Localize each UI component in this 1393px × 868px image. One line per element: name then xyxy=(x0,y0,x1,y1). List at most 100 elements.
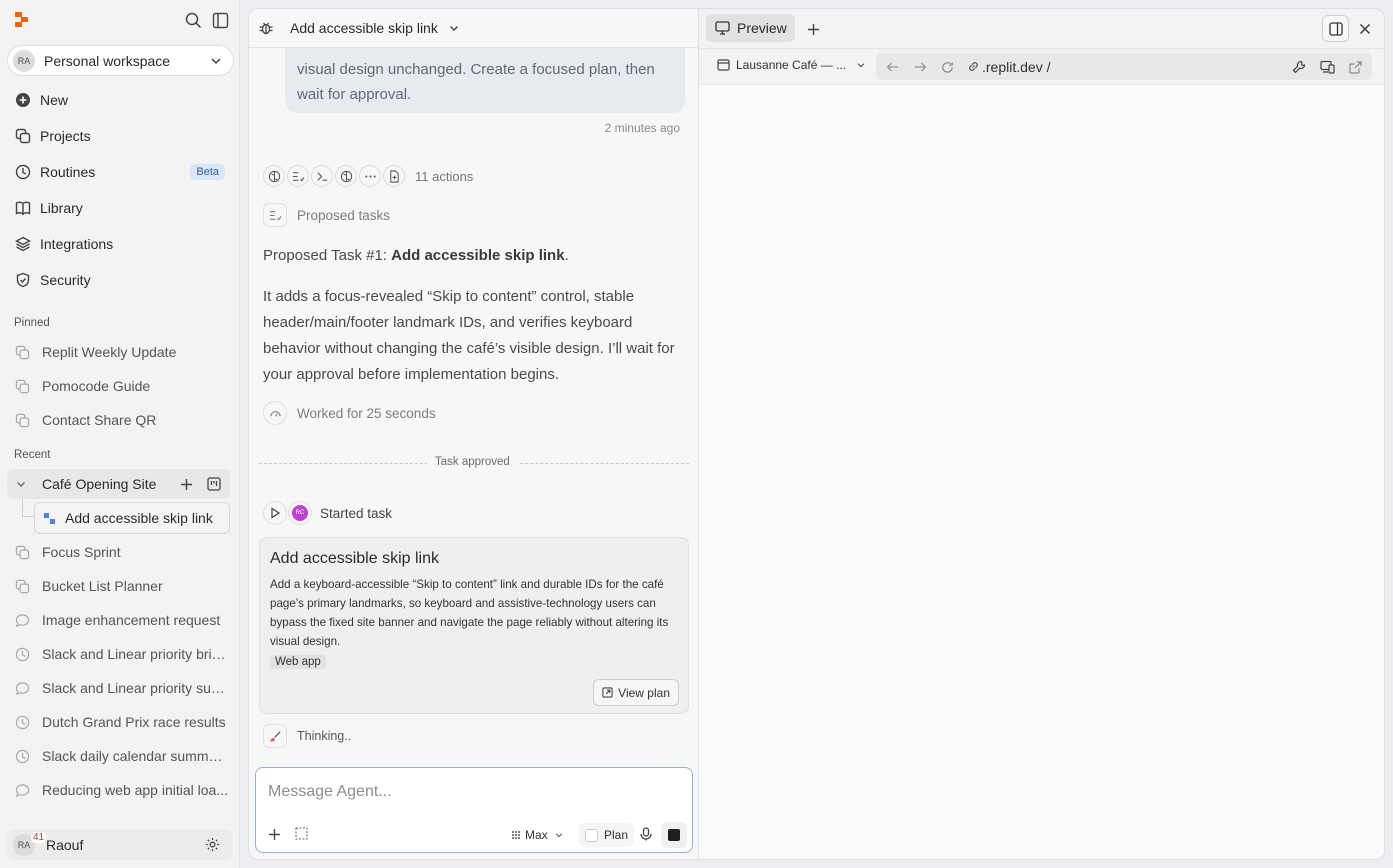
close-icon[interactable] xyxy=(1356,20,1374,38)
monitor-icon xyxy=(715,21,730,35)
recent-item[interactable]: Slack daily calendar summar... xyxy=(7,741,233,771)
page-select[interactable]: Lausanne Café — ... xyxy=(717,58,866,72)
workspace-label: Personal workspace xyxy=(44,52,171,69)
link-icon xyxy=(969,62,978,71)
plus-icon[interactable] xyxy=(804,20,822,38)
checklist-icon xyxy=(263,203,287,227)
kanban-icon[interactable] xyxy=(205,475,223,493)
agent-avatar: RC xyxy=(292,505,308,521)
nav-integrations[interactable]: Integrations xyxy=(7,229,233,259)
devices-icon[interactable] xyxy=(1318,58,1336,76)
sidebar-toggle-icon[interactable] xyxy=(210,10,230,30)
recent-item[interactable]: Dutch Grand Prix race results xyxy=(7,707,233,737)
recent-item[interactable]: Image enhancement request xyxy=(7,605,233,635)
grid-dots-icon xyxy=(512,831,520,839)
recent-heading: Recent xyxy=(14,449,51,461)
nav-projects[interactable]: Projects xyxy=(7,121,233,151)
recent-item-label: Reducing web app initial loa... xyxy=(42,782,229,798)
subtask-add-accessible-skip-link[interactable]: Add accessible skip link xyxy=(34,502,230,534)
recent-item[interactable]: Bucket List Planner xyxy=(7,571,233,601)
chat-bubble-icon xyxy=(14,612,30,628)
proposed-tasks-label[interactable]: Proposed tasks xyxy=(297,208,390,223)
recent-item-label: Dutch Grand Prix race results xyxy=(42,714,226,730)
wrench-icon[interactable] xyxy=(1290,58,1308,76)
replit-logo-icon[interactable] xyxy=(13,11,31,29)
recent-item-label: Slack and Linear priority brie... xyxy=(42,646,230,662)
task-card: Add accessible skip link Add a keyboard-… xyxy=(259,537,689,714)
view-plan-label: View plan xyxy=(618,685,670,700)
view-plan-button[interactable]: View plan xyxy=(593,679,679,706)
nav-library[interactable]: Library xyxy=(7,193,233,223)
microphone-icon[interactable] xyxy=(638,826,654,842)
user-menu[interactable]: RA 41 Raouf xyxy=(7,829,233,860)
project-cafe-opening-site[interactable]: Café Opening Site xyxy=(7,469,230,499)
nav-label: Integrations xyxy=(40,236,114,252)
proposed-task-suffix: . xyxy=(564,247,569,264)
projects-icon xyxy=(14,127,32,145)
beta-badge: Beta xyxy=(190,164,225,180)
nav-label: Security xyxy=(40,272,91,288)
tab-preview[interactable]: Preview xyxy=(706,14,795,42)
message-input-box: Message Agent... Max Plan xyxy=(255,767,693,853)
nav-new[interactable]: New xyxy=(7,85,233,115)
recent-item[interactable]: Reducing web app initial loa... xyxy=(7,775,233,805)
gear-icon[interactable] xyxy=(203,836,221,854)
plan-checkbox[interactable] xyxy=(585,828,598,842)
select-element-icon[interactable] xyxy=(294,826,310,842)
plus-circle-icon xyxy=(14,91,32,109)
plus-icon[interactable] xyxy=(266,826,282,842)
external-link-icon xyxy=(602,687,613,698)
worked-for-label[interactable]: Worked for 25 seconds xyxy=(297,406,436,421)
mode-selector[interactable]: Max xyxy=(511,824,564,846)
nav-routines[interactable]: Routines Beta xyxy=(7,157,233,187)
more-icon xyxy=(359,165,381,187)
subtask-label: Add accessible skip link xyxy=(65,510,213,526)
proposed-task-heading: Proposed Task #1: Add accessible skip li… xyxy=(263,243,683,269)
workspace-avatar: RA xyxy=(13,49,35,72)
user-avatar: RA 41 xyxy=(13,831,47,856)
recent-item-label: Slack and Linear priority sum... xyxy=(42,680,230,696)
pinned-item-label: Pomocode Guide xyxy=(42,378,151,394)
open-external-icon[interactable] xyxy=(1346,58,1364,76)
arrow-right-icon[interactable] xyxy=(912,59,928,75)
task-card-title: Add accessible skip link xyxy=(270,550,439,567)
url-text[interactable]: .replit.dev / xyxy=(982,59,1050,75)
shield-icon xyxy=(14,271,32,289)
recent-item[interactable]: Focus Sprint xyxy=(7,537,233,567)
recent-item[interactable]: Slack and Linear priority sum... xyxy=(7,673,233,703)
workspace-selector[interactable]: RA Personal workspace xyxy=(7,45,234,76)
arrow-left-icon[interactable] xyxy=(884,59,900,75)
chat-bubble-icon xyxy=(14,782,30,798)
layers-icon xyxy=(14,235,32,253)
play-icon xyxy=(263,501,287,525)
started-task-label: Started task xyxy=(320,506,393,521)
recent-item[interactable]: Slack and Linear priority brie... xyxy=(7,639,233,669)
copy-icon xyxy=(14,378,30,394)
search-icon[interactable] xyxy=(183,10,203,30)
plus-icon[interactable] xyxy=(177,475,195,493)
chevron-down-icon[interactable] xyxy=(448,22,460,34)
pinned-item[interactable]: Replit Weekly Update xyxy=(7,337,233,367)
user-avatar-initials: RA xyxy=(17,839,31,850)
stop-icon xyxy=(668,829,680,841)
proposed-task-description: It adds a focus-revealed “Skip to conten… xyxy=(263,288,675,383)
stop-button[interactable] xyxy=(661,822,687,848)
preview-viewport[interactable] xyxy=(699,85,1384,859)
pinned-item-label: Replit Weekly Update xyxy=(42,344,177,360)
pinned-item[interactable]: Pomocode Guide xyxy=(7,371,233,401)
agent-actions-summary[interactable]: 11 actions xyxy=(263,165,473,187)
pinned-item[interactable]: Contact Share QR xyxy=(7,405,233,435)
message-input[interactable]: Message Agent... xyxy=(268,783,392,801)
chat-header: Add accessible skip link xyxy=(249,9,698,48)
bug-icon[interactable] xyxy=(257,19,275,37)
nav-label: Routines xyxy=(40,164,96,180)
nav-security[interactable]: Security xyxy=(7,265,233,295)
chat-title[interactable]: Add accessible skip link xyxy=(290,20,438,36)
brain-icon xyxy=(263,165,285,187)
recent-item-label: Focus Sprint xyxy=(42,544,121,560)
refresh-icon[interactable] xyxy=(939,59,955,75)
browser-window-icon xyxy=(717,59,730,71)
chevron-down-icon[interactable] xyxy=(15,478,27,490)
split-view-icon[interactable] xyxy=(1322,15,1349,42)
plan-toggle[interactable]: Plan xyxy=(579,823,635,847)
